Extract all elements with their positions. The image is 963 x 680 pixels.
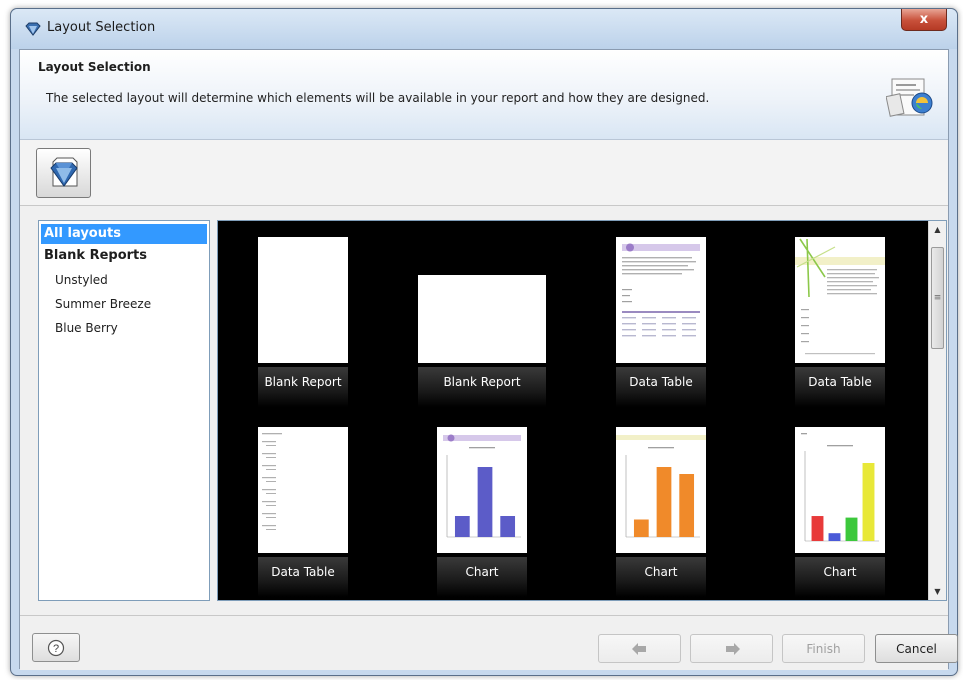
table-layout-preview xyxy=(262,433,282,530)
header-banner: Layout Selection The selected layout wil… xyxy=(20,50,948,140)
back-arrow-icon xyxy=(631,642,646,655)
gallery-scrollbar[interactable]: ▲ ≡ ▼ xyxy=(928,221,946,600)
thumbnail-bar xyxy=(500,516,516,537)
layout-thumbnail xyxy=(437,427,527,553)
title-bar[interactable]: Layout Selection x xyxy=(11,9,957,49)
layout-thumbnail xyxy=(616,237,706,363)
tile-caption: Blank Report xyxy=(418,367,546,407)
layout-category-list[interactable]: All layouts Blank Reports Unstyled Summe… xyxy=(38,220,210,601)
chart-layout-preview xyxy=(801,433,879,542)
layout-gallery: Blank Report Blank Report Data Table Dat… xyxy=(217,220,947,601)
sidebar-item-unstyled[interactable]: Unstyled xyxy=(41,268,207,292)
toolbar xyxy=(20,140,948,206)
tile-caption: Blank Report xyxy=(258,367,348,407)
thumbnail-bar xyxy=(633,519,649,537)
tile-caption: Data Table xyxy=(795,367,885,407)
layout-toggle-button[interactable] xyxy=(36,148,91,198)
thumbnail-bar xyxy=(828,533,841,541)
layout-diamond-icon xyxy=(49,157,78,187)
scroll-down-icon[interactable]: ▼ xyxy=(929,583,946,600)
table-layout-preview xyxy=(795,238,885,355)
next-button[interactable] xyxy=(690,634,773,663)
sidebar-item-blank-reports[interactable]: Blank Reports xyxy=(41,244,207,268)
next-arrow-icon xyxy=(725,642,740,655)
chart-layout-preview xyxy=(616,435,706,538)
cancel-button[interactable]: Cancel xyxy=(875,634,958,663)
footer-bar: ? Finish Cancel xyxy=(20,615,958,670)
close-button[interactable]: x xyxy=(901,9,947,31)
window-title: Layout Selection xyxy=(47,20,156,35)
layout-thumbnail xyxy=(258,427,348,553)
header-title: Layout Selection xyxy=(38,60,151,74)
thumbnail-bar xyxy=(811,516,824,541)
header-description: The selected layout will determine which… xyxy=(46,91,710,105)
thumbnail-bar xyxy=(845,517,858,541)
sidebar-item-summer-breeze[interactable]: Summer Breeze xyxy=(41,292,207,316)
tile-caption: Data Table xyxy=(616,367,706,407)
chart-layout-preview xyxy=(443,434,521,538)
sidebar-item-blue-berry[interactable]: Blue Berry xyxy=(41,316,207,340)
layout-thumbnail xyxy=(795,427,885,553)
table-layout-preview xyxy=(622,243,700,337)
tile-caption: Chart xyxy=(437,557,527,597)
help-button[interactable]: ? xyxy=(32,633,80,662)
scroll-up-icon[interactable]: ▲ xyxy=(929,221,946,238)
dialog-client: Layout Selection The selected layout wil… xyxy=(19,49,958,670)
layout-selection-dialog: Layout Selection x Layout Selection The … xyxy=(10,8,958,676)
close-icon: x xyxy=(919,12,929,27)
report-designer-icon xyxy=(886,78,933,117)
thumbnail-bar xyxy=(679,474,695,537)
layout-thumbnail xyxy=(795,237,885,363)
layout-diamond-icon xyxy=(25,22,41,36)
tile-caption: Chart xyxy=(616,557,706,597)
layout-thumbnail xyxy=(258,237,348,363)
back-button[interactable] xyxy=(598,634,681,663)
sidebar-item-all-layouts[interactable]: All layouts xyxy=(41,224,207,244)
svg-text:?: ? xyxy=(53,643,59,655)
layout-thumbnail xyxy=(418,275,546,363)
thumbnail-bar xyxy=(656,467,672,537)
layout-thumbnail xyxy=(616,427,706,553)
thumbnail-bar xyxy=(477,467,493,537)
question-mark-icon: ? xyxy=(47,639,65,656)
tile-caption: Data Table xyxy=(258,557,348,597)
finish-button[interactable]: Finish xyxy=(782,634,865,663)
scroll-thumb[interactable]: ≡ xyxy=(931,247,944,349)
tile-caption: Chart xyxy=(795,557,885,597)
thumbnail-bar xyxy=(454,516,470,537)
thumbnail-bar xyxy=(862,463,875,541)
